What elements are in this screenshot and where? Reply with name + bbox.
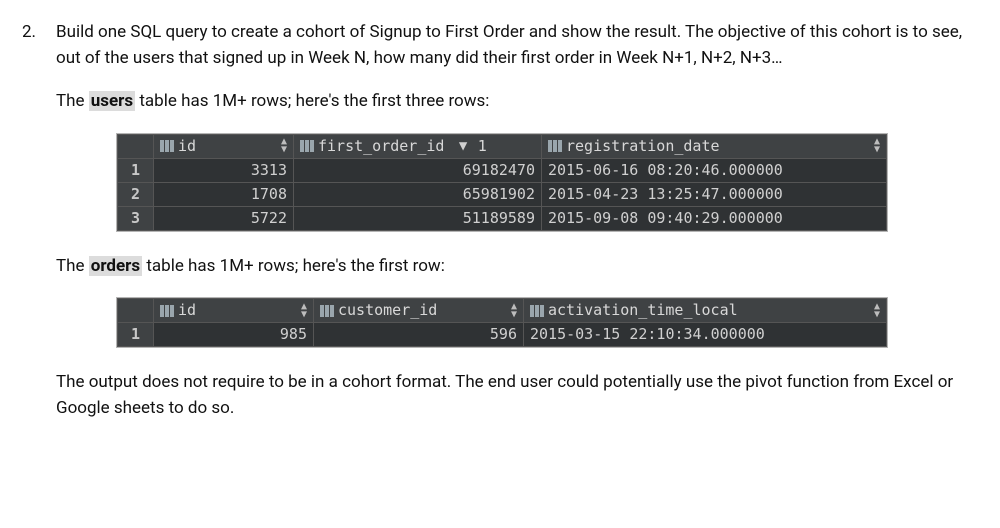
sort-indicator-icon[interactable]: ▲▼ (511, 303, 517, 319)
column-icon (160, 305, 174, 317)
column-icon (160, 140, 174, 152)
users-col-id[interactable]: id ▲▼ (154, 134, 294, 158)
sort-priority-badge: ▼ (450, 136, 475, 157)
orders-table-name: orders (89, 256, 142, 276)
question-body: Build one SQL query to create a cohort o… (56, 20, 978, 439)
sort-indicator-icon[interactable]: ▲▼ (874, 138, 880, 154)
orders-col-id-label: id (178, 299, 196, 322)
cell-first-order-id[interactable]: 69182470 (294, 158, 542, 182)
column-icon (530, 305, 544, 317)
orders-intro-post: table has 1M+ rows; here's the first row… (142, 256, 445, 276)
orders-col-customer-id[interactable]: customer_id ▲▼ (314, 299, 524, 323)
question-prompt: Build one SQL query to create a cohort o… (56, 20, 978, 71)
orders-intro-pre: The (56, 256, 89, 276)
users-table-name: users (89, 91, 135, 111)
sort-indicator-icon[interactable]: ▲▼ (874, 303, 880, 319)
users-table-wrapper: id ▲▼ first_order_id ▼ 1 (116, 133, 888, 232)
users-col-first-order-id-label: first_order_id (318, 135, 444, 158)
rownum-cell: 1 (118, 158, 154, 182)
cell-registration-date[interactable]: 2015-04-23 13:25:47.000000 (542, 182, 887, 206)
cell-id[interactable]: 1708 (154, 182, 294, 206)
orders-intro: The orders table has 1M+ rows; here's th… (56, 254, 978, 280)
orders-col-customer-id-label: customer_id (338, 299, 437, 322)
orders-table: id ▲▼ customer_id ▲▼ (117, 298, 887, 347)
table-row: 2 1708 65981902 2015-04-23 13:25:47.0000… (118, 182, 887, 206)
orders-col-activation-time-label: activation_time_local (548, 299, 738, 322)
cell-id[interactable]: 3313 (154, 158, 294, 182)
users-rownum-header[interactable] (118, 134, 154, 158)
table-row: 1 3313 69182470 2015-06-16 08:20:46.0000… (118, 158, 887, 182)
cell-activation-time[interactable]: 2015-03-15 22:10:34.000000 (524, 323, 887, 347)
cell-registration-date[interactable]: 2015-06-16 08:20:46.000000 (542, 158, 887, 182)
rownum-cell: 3 (118, 206, 154, 230)
users-intro-pre: The (56, 91, 89, 111)
question-block: 2. Build one SQL query to create a cohor… (22, 20, 978, 439)
cell-id[interactable]: 985 (154, 323, 314, 347)
column-icon (548, 140, 562, 152)
sort-priority-number: 1 (478, 135, 487, 158)
rownum-cell: 1 (118, 323, 154, 347)
users-intro: The users table has 1M+ rows; here's the… (56, 89, 978, 115)
footer-note: The output does not require to be in a c… (56, 370, 978, 421)
sort-indicator-icon[interactable]: ▲▼ (281, 138, 287, 154)
users-table: id ▲▼ first_order_id ▼ 1 (117, 134, 887, 231)
table-row: 1 985 596 2015-03-15 22:10:34.000000 (118, 323, 887, 347)
cell-first-order-id[interactable]: 51189589 (294, 206, 542, 230)
users-intro-post: table has 1M+ rows; here's the first thr… (135, 91, 489, 111)
orders-table-wrapper: id ▲▼ customer_id ▲▼ (116, 297, 888, 348)
users-table-header-row: id ▲▼ first_order_id ▼ 1 (118, 134, 887, 158)
orders-rownum-header[interactable] (118, 299, 154, 323)
cell-id[interactable]: 5722 (154, 206, 294, 230)
orders-col-activation-time[interactable]: activation_time_local ▲▼ (524, 299, 887, 323)
orders-col-id[interactable]: id ▲▼ (154, 299, 314, 323)
users-col-id-label: id (178, 135, 196, 158)
column-icon (300, 140, 314, 152)
column-icon (320, 305, 334, 317)
users-col-registration-date-label: registration_date (566, 135, 720, 158)
users-col-registration-date[interactable]: registration_date ▲▼ (542, 134, 887, 158)
table-row: 3 5722 51189589 2015-09-08 09:40:29.0000… (118, 206, 887, 230)
sort-indicator-icon[interactable]: ▲▼ (301, 303, 307, 319)
users-col-first-order-id[interactable]: first_order_id ▼ 1 (294, 134, 542, 158)
cell-first-order-id[interactable]: 65981902 (294, 182, 542, 206)
cell-customer-id[interactable]: 596 (314, 323, 524, 347)
question-number: 2. (22, 20, 40, 439)
cell-registration-date[interactable]: 2015-09-08 09:40:29.000000 (542, 206, 887, 230)
orders-table-header-row: id ▲▼ customer_id ▲▼ (118, 299, 887, 323)
rownum-cell: 2 (118, 182, 154, 206)
